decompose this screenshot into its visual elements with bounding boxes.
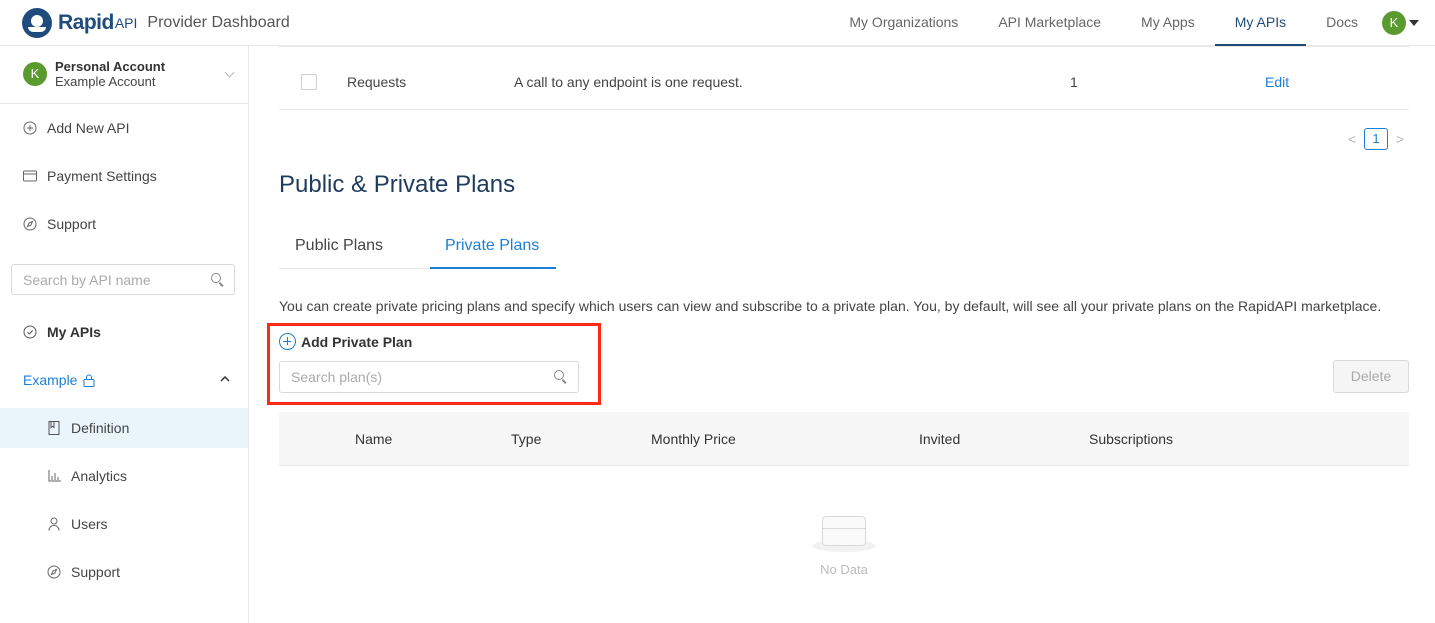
column-header-monthly-price[interactable]: Monthly Price [651,431,736,447]
api-search-box [11,264,235,295]
rapidapi-logo-icon [22,8,52,38]
row-checkbox[interactable] [301,74,317,90]
dashboard-subtitle: Provider Dashboard [147,14,290,31]
tab-private-plans[interactable]: Private Plans [445,237,539,255]
plan-search-box [279,361,579,393]
user-avatar[interactable]: K [1382,11,1406,35]
object-name: Requests [347,74,407,90]
sidebar-item-label: Analytics [71,468,128,484]
search-icon[interactable] [554,370,564,380]
sidebar-item-label: Support [47,216,97,232]
top-bar: Rapid API Provider Dashboard My Organiza… [0,0,1435,46]
table-row: Requests A call to any endpoint is one r… [279,46,1409,110]
nav-my-organizations[interactable]: My Organizations [829,0,978,46]
column-header-type[interactable]: Type [511,431,541,447]
sidebar-item-support[interactable]: Support [0,204,248,244]
account-avatar: K [23,62,47,86]
object-value: 1 [1070,74,1078,90]
sidebar-item-label: Add New API [47,120,130,136]
user-icon [47,517,61,531]
chevron-up-icon[interactable] [220,375,230,382]
sidebar-subitem-support[interactable]: Support [0,552,248,592]
nav-my-apps[interactable]: My Apps [1121,0,1215,46]
bar-chart-icon [47,469,61,483]
sidebar-item-label: My APIs [47,324,101,340]
compass-icon [47,565,61,579]
api-search-input[interactable] [23,271,203,289]
empty-state: No Data [779,512,909,577]
sidebar-item-my-apis[interactable]: My APIs [0,312,248,352]
empty-state-text: No Data [820,562,868,577]
active-tab-indicator [430,267,556,269]
delete-button[interactable]: Delete [1333,360,1409,393]
plus-circle-icon [23,121,37,135]
column-header-subscriptions[interactable]: Subscriptions [1089,431,1173,447]
private-plans-description: You can create private pricing plans and… [279,298,1382,314]
edit-link[interactable]: Edit [1265,74,1289,90]
chevron-down-icon [224,67,235,78]
account-sub: Example Account [55,74,156,89]
nav-my-apis[interactable]: My APIs [1214,0,1307,46]
tab-public-plans[interactable]: Public Plans [295,237,383,255]
top-nav: My Organizations API Marketplace My Apps… [829,0,1435,46]
account-switcher[interactable]: K Personal Account Example Account [0,46,248,104]
compass-icon [23,217,37,231]
sidebar-item-label: Users [71,516,108,532]
sidebar-subitem-analytics[interactable]: Analytics [0,456,248,496]
sidebar-item-api-example[interactable]: Example [0,360,248,400]
sidebar-item-payment-settings[interactable]: Payment Settings [0,156,248,196]
sidebar-item-add-new-api[interactable]: Add New API [0,108,248,148]
plan-search-input[interactable] [291,368,471,386]
next-page-button[interactable]: > [1391,131,1409,147]
column-header-name[interactable]: Name [355,431,392,447]
plan-tabs: Public Plans Private Plans [279,231,556,269]
user-menu[interactable]: K [1378,0,1435,46]
search-icon[interactable] [211,273,221,283]
sidebar-item-label: Definition [71,420,130,436]
column-header-invited[interactable]: Invited [919,431,960,447]
lock-icon [83,374,95,387]
caret-down-icon[interactable] [1409,20,1419,26]
logo-brand: Rapid [58,11,114,34]
section-title: Public & Private Plans [279,171,516,198]
add-private-plan-label: Add Private Plan [301,333,413,350]
sidebar-subitem-definition[interactable]: Definition [0,408,248,448]
empty-inbox-icon [812,512,876,554]
sidebar-subitem-users[interactable]: Users [0,504,248,544]
document-icon [47,421,61,435]
sidebar: K Personal Account Example Account Add N… [0,46,249,623]
plans-table-header: Name Type Monthly Price Invited Subscrip… [279,412,1409,466]
main-content: Requests A call to any endpoint is one r… [249,46,1435,623]
logo-brand-suffix: API [114,15,138,31]
rapidapi-logo[interactable]: Rapid API Provider Dashboard [22,8,290,38]
account-name: Personal Account [55,59,166,74]
add-private-plan-button[interactable]: Add Private Plan [279,333,412,350]
pagination: < 1 > [1343,128,1409,150]
nav-api-marketplace[interactable]: API Marketplace [978,0,1121,46]
page-1-button[interactable]: 1 [1364,128,1388,150]
sidebar-item-label: Payment Settings [47,168,157,184]
sidebar-item-label: Support [71,564,121,580]
object-description: A call to any endpoint is one request. [514,74,743,90]
api-name-label: Example [23,372,78,388]
plus-circle-icon [279,333,296,350]
prev-page-button[interactable]: < [1343,131,1361,147]
check-circle-icon [23,325,37,339]
credit-card-icon [23,169,37,183]
nav-docs[interactable]: Docs [1306,0,1378,46]
